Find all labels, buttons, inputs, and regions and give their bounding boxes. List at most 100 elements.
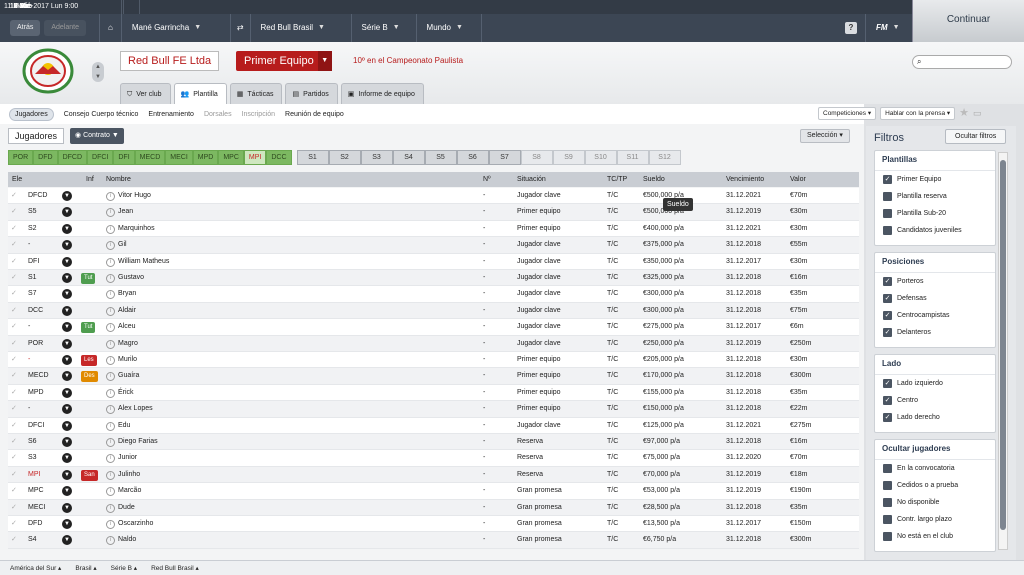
- position-filter-mpd[interactable]: MPD: [192, 150, 219, 165]
- filter-option[interactable]: Cedidos o a prueba: [875, 477, 995, 494]
- table-row[interactable]: ✓ - ▼ Tut i Alceu - Jugador clave T/C €275,000 p/…: [8, 319, 859, 336]
- row-options-icon[interactable]: ▼: [62, 469, 72, 480]
- checkbox-icon[interactable]: ✓: [883, 294, 892, 303]
- fm-menu[interactable]: FM ▼: [866, 14, 912, 42]
- filter-option[interactable]: No disponible: [875, 494, 995, 511]
- checkbox-icon[interactable]: [883, 515, 892, 524]
- filter-option[interactable]: No está en el club: [875, 528, 995, 545]
- row-options-icon[interactable]: ▼: [62, 338, 72, 349]
- table-row[interactable]: ✓ S4 ▼ i Naldo - Gran promesa T/C €6,750 p/a 31.1…: [8, 532, 859, 549]
- info-icon[interactable]: i: [106, 520, 115, 529]
- selection-check-icon[interactable]: ✓: [11, 204, 17, 220]
- star-icon[interactable]: ★: [959, 107, 969, 120]
- manager-menu[interactable]: Mané Garrincha ▼: [122, 14, 230, 42]
- info-icon[interactable]: i: [106, 290, 115, 300]
- view-selector[interactable]: ◉ Contrato ▼: [70, 128, 124, 144]
- row-options-icon[interactable]: ▼: [62, 240, 72, 251]
- subnav-inscripcion[interactable]: Inscripción: [242, 111, 275, 118]
- cell-name[interactable]: Junior: [118, 450, 137, 466]
- cell-name[interactable]: Érick: [118, 385, 134, 401]
- status-badge[interactable]: Tut: [81, 322, 96, 334]
- row-options-icon[interactable]: ▼: [62, 387, 72, 398]
- info-icon[interactable]: i: [106, 503, 115, 513]
- info-icon[interactable]: i: [106, 372, 115, 382]
- slot-filter-s6[interactable]: S6: [456, 150, 489, 165]
- selection-check-icon[interactable]: ✓: [11, 467, 17, 483]
- row-options-icon[interactable]: ▼: [62, 273, 72, 283]
- info-icon[interactable]: i: [106, 306, 115, 316]
- col-nombre[interactable]: Nombre: [106, 172, 131, 187]
- world-menu[interactable]: Mundo ▼: [417, 14, 481, 42]
- info-icon[interactable]: i: [106, 257, 115, 267]
- filter-option[interactable]: ✓ Primer Equipo: [875, 171, 995, 188]
- subnav-reunion[interactable]: Reunión de equipo: [285, 111, 344, 118]
- position-filter-dfd[interactable]: DFD: [33, 150, 58, 165]
- table-row[interactable]: ✓ - ▼ Les i Murilo - Primer equipo T/C €205,000 p…: [8, 352, 859, 369]
- checkbox-icon[interactable]: ✓: [883, 379, 892, 388]
- slot-filter-s7[interactable]: S7: [488, 150, 521, 165]
- filter-option[interactable]: ✓ Centrocampistas: [875, 307, 995, 324]
- status-division[interactable]: Série B ▴: [111, 564, 137, 572]
- table-row[interactable]: ✓ MPD ▼ i Érick - Primer equipo T/C €155,000 p/a…: [8, 384, 859, 402]
- selection-check-icon[interactable]: ✓: [11, 500, 17, 516]
- help-button[interactable]: ?: [845, 22, 857, 34]
- tab-partidos[interactable]: ▤ Partidos: [285, 83, 338, 104]
- subnav-entrenamiento[interactable]: Entrenamiento: [148, 111, 194, 118]
- row-options-icon[interactable]: ▼: [62, 420, 72, 431]
- team-selector[interactable]: Primer Equipo ▼: [236, 51, 332, 71]
- selection-check-icon[interactable]: ✓: [11, 450, 17, 466]
- col-inf[interactable]: Inf: [86, 172, 94, 187]
- row-options-icon[interactable]: ▼: [62, 289, 72, 300]
- position-filter-mpi[interactable]: MPI: [243, 150, 267, 165]
- position-filter-dfi[interactable]: DFI: [113, 150, 135, 165]
- filter-option[interactable]: ✓ Defensas: [875, 290, 995, 307]
- checkbox-icon[interactable]: [883, 481, 892, 490]
- cell-name[interactable]: Gil: [118, 237, 127, 253]
- row-options-icon[interactable]: ▼: [62, 207, 72, 218]
- filter-option[interactable]: Contr. largo plazo: [875, 511, 995, 528]
- cell-name[interactable]: Murilo: [118, 352, 137, 368]
- tab-informe[interactable]: ▣ Informe de equipo: [340, 83, 424, 104]
- date-15[interactable]: 15 Sáb: [0, 0, 282, 14]
- position-filter-dfci[interactable]: DFCI: [87, 150, 114, 165]
- col-situacion[interactable]: Situación: [517, 172, 546, 187]
- info-icon[interactable]: i: [106, 470, 115, 480]
- table-row[interactable]: ✓ MPC ▼ i Marcão - Gran promesa T/C €53,000 p/a 3…: [8, 483, 859, 500]
- cell-name[interactable]: Alex Lopes: [118, 401, 153, 417]
- table-row[interactable]: ✓ - ▼ i Alex Lopes - Primer equipo T/C €150,000 …: [8, 401, 859, 418]
- info-icon[interactable]: i: [106, 274, 115, 283]
- row-options-icon[interactable]: ▼: [62, 191, 72, 201]
- slot-filter-s5[interactable]: S5: [424, 150, 457, 165]
- tab-tacticas[interactable]: ▦ Tácticas: [229, 83, 283, 104]
- cell-name[interactable]: Alceu: [118, 319, 136, 335]
- checkbox-icon[interactable]: ✓: [883, 175, 892, 184]
- table-row[interactable]: ✓ DFD ▼ i Oscarzinho - Gran promesa T/C €13,500 …: [8, 516, 859, 533]
- filter-option[interactable]: Plantilla Sub-20: [875, 205, 995, 222]
- selection-check-icon[interactable]: ✓: [11, 237, 17, 253]
- selection-check-icon[interactable]: ✓: [11, 401, 17, 417]
- info-icon[interactable]: i: [106, 323, 115, 333]
- selection-check-icon[interactable]: ✓: [11, 385, 17, 401]
- info-icon[interactable]: i: [106, 356, 115, 365]
- table-row[interactable]: ✓ MECI ▼ i Dude - Gran promesa T/C €28,500 p/a 31…: [8, 499, 859, 516]
- cell-name[interactable]: Jean: [118, 204, 133, 220]
- position-filter-por[interactable]: POR: [8, 150, 34, 165]
- selection-check-icon[interactable]: ✓: [11, 286, 17, 302]
- slot-filter-s11[interactable]: S11: [616, 150, 649, 165]
- info-icon[interactable]: i: [106, 421, 115, 431]
- position-filter-dcc[interactable]: DCC: [266, 150, 292, 165]
- add-note-icon[interactable]: ▭: [973, 107, 982, 120]
- competitions-dropdown[interactable]: Competiciones ▾: [818, 107, 877, 120]
- slot-filter-s4[interactable]: S4: [392, 150, 425, 165]
- cell-name[interactable]: Marquinhos: [118, 221, 155, 237]
- selection-check-icon[interactable]: ✓: [11, 221, 17, 237]
- swap-button[interactable]: ⇄: [231, 14, 250, 42]
- table-row[interactable]: ✓ S7 ▼ i Bryan - Jugador clave T/C €300,000 p/a 3…: [8, 286, 859, 303]
- division-menu[interactable]: Série B ▼: [352, 14, 416, 42]
- checkbox-icon[interactable]: ✓: [883, 413, 892, 422]
- col-sueldo[interactable]: Sueldo: [643, 172, 665, 187]
- selection-check-icon[interactable]: ✓: [11, 319, 17, 335]
- status-badge[interactable]: Les: [81, 355, 97, 366]
- cell-name[interactable]: Julinho: [118, 467, 140, 483]
- selection-check-icon[interactable]: ✓: [11, 483, 17, 499]
